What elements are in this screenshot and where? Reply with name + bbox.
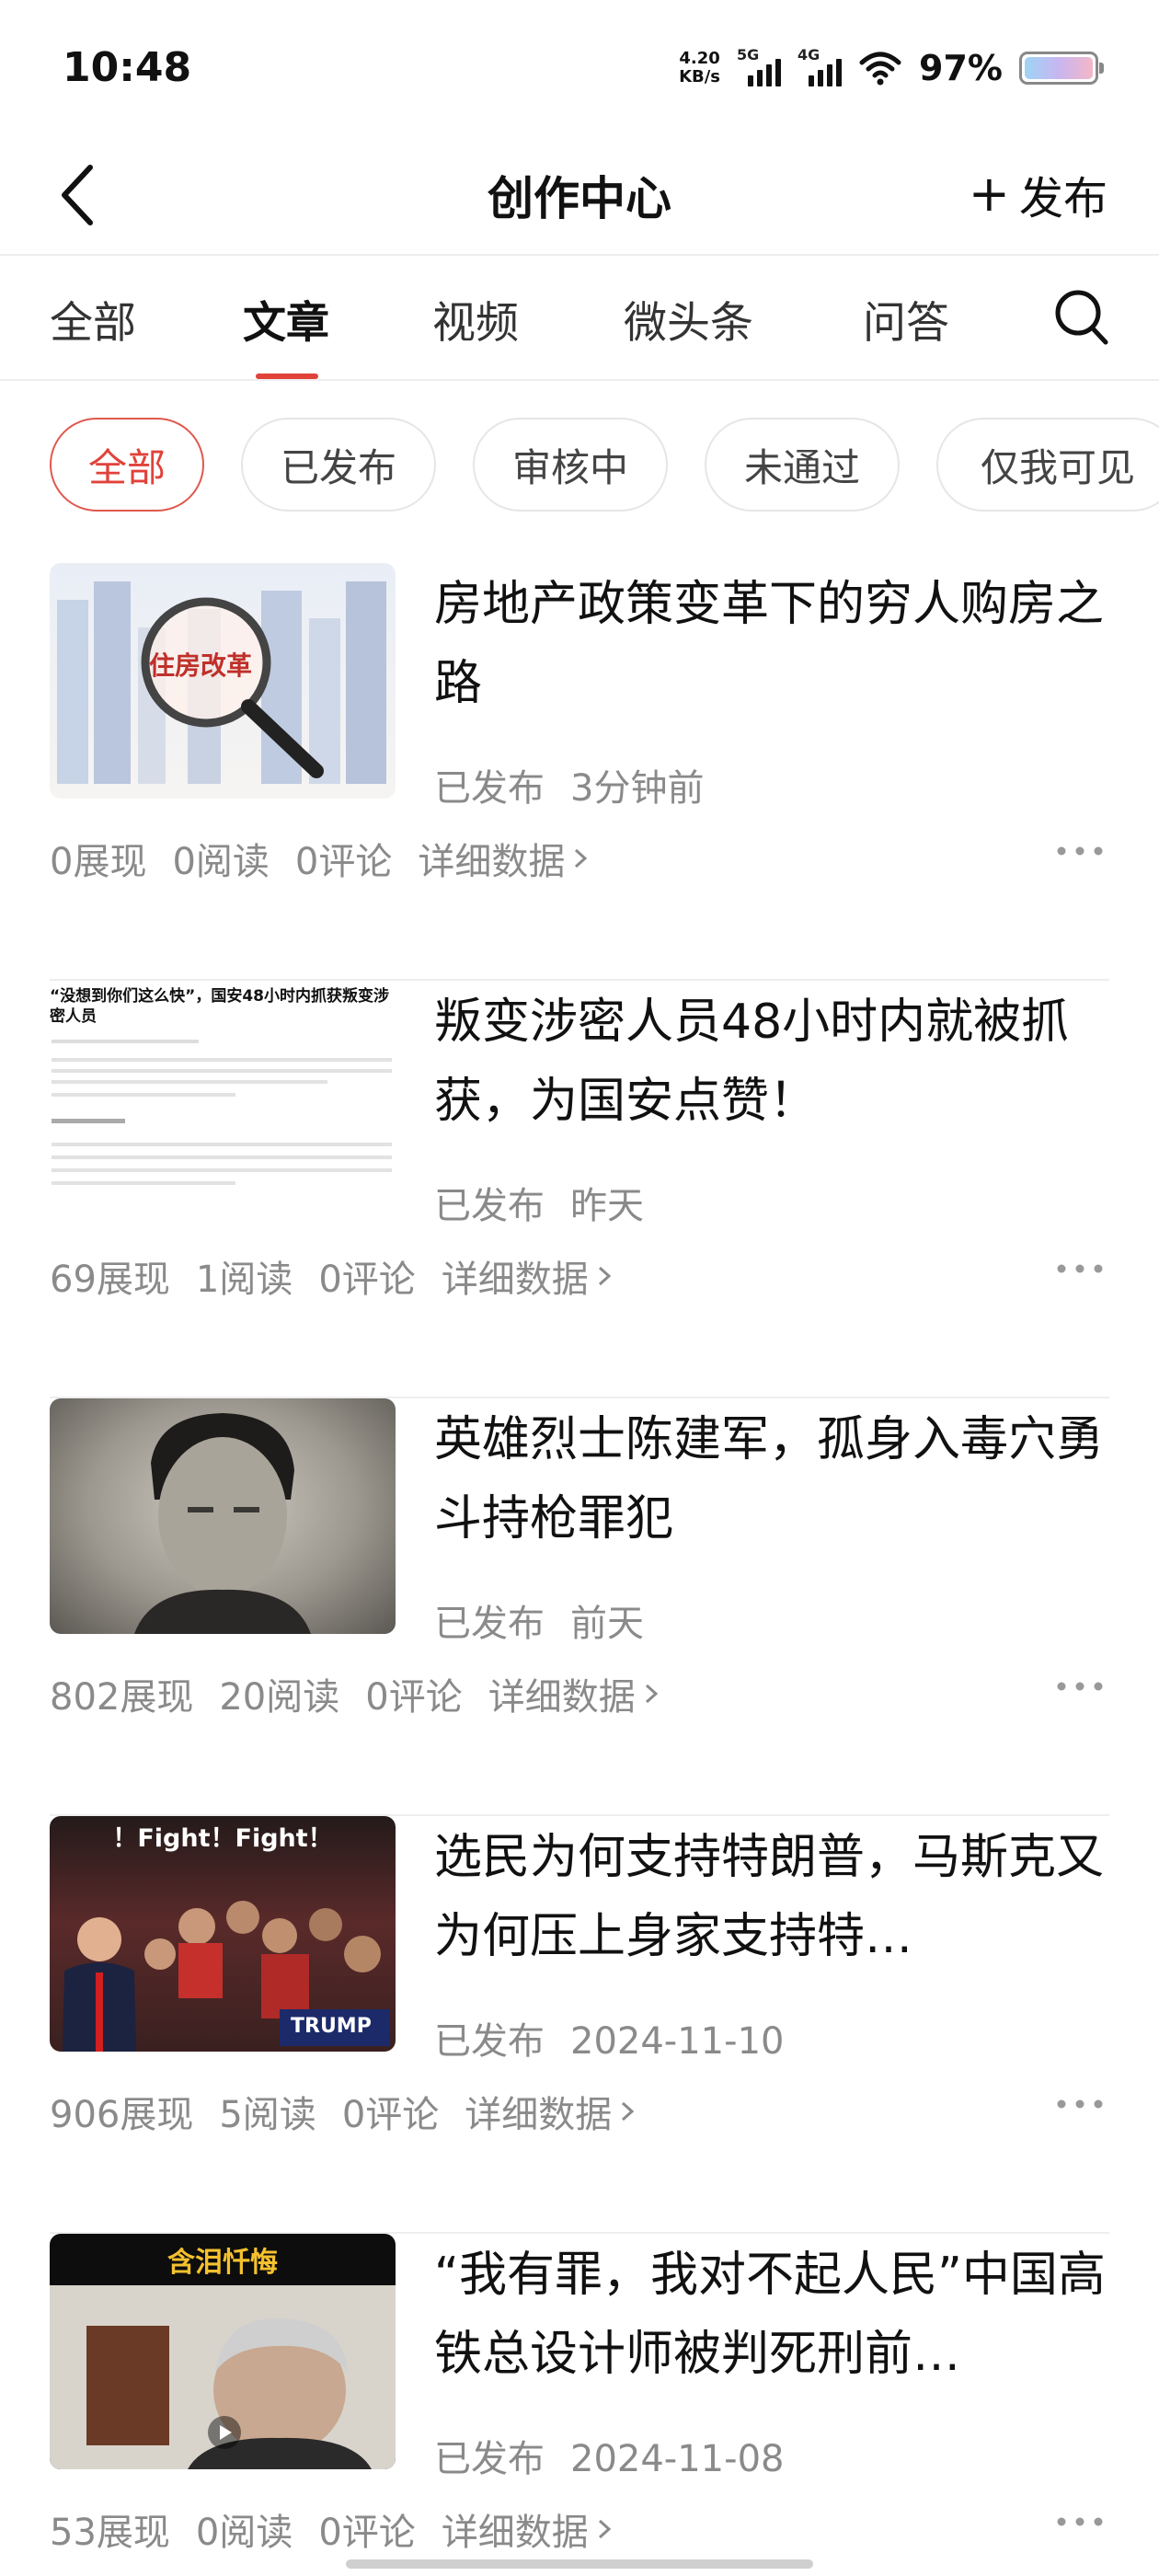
views-count: 69展现 [50, 1259, 170, 1301]
article-status: 已发布 3分钟前 [434, 758, 704, 811]
article-status: 已发布 2024-11-08 [434, 2429, 784, 2482]
tab-videos[interactable]: 视频 [432, 287, 519, 351]
tab-micro-posts[interactable]: 微头条 [624, 287, 753, 351]
publish-button[interactable]: + 发布 [969, 162, 1107, 226]
signal-4g-icon: 4G [798, 46, 843, 86]
more-horizontal-icon[interactable] [1052, 1255, 1107, 1282]
reads-count: 20阅读 [219, 1676, 340, 1719]
comments-count: 0评论 [318, 1259, 416, 1301]
battery-percent: 97% [919, 48, 1003, 88]
article-thumbnail: 含泪忏悔 [50, 2234, 396, 2469]
article-thumbnail: “没想到你们这么快”，国安48小时内抓获叛变涉密人员 [50, 981, 396, 1216]
views-count: 53展现 [50, 2512, 170, 2554]
article-item[interactable]: 含泪忏悔 “我有罪，我对不起人民”中国高铁总设计师被判死刑前… 已发布 2024-… [0, 2234, 1159, 2565]
publish-time: 2024-11-08 [570, 2438, 785, 2480]
signal-5g-icon: 5G [737, 46, 782, 86]
publish-time: 前天 [570, 1603, 644, 1645]
chevron-right-icon [575, 848, 588, 868]
detail-data-link[interactable]: 详细数据 [418, 832, 565, 885]
publish-status: 已发布 [434, 2020, 545, 2063]
active-tab-indicator [256, 374, 318, 379]
status-icons: 4.20 KB/s 5G 4G 97% [679, 46, 1104, 88]
detail-data-link[interactable]: 详细数据 [488, 1667, 636, 1720]
article-title[interactable]: “我有罪，我对不起人民”中国高铁总设计师被判死刑前… [434, 2236, 1115, 2394]
filter-published[interactable]: 已发布 [241, 418, 436, 512]
chevron-right-icon [622, 2101, 635, 2122]
comments-count: 0评论 [341, 2094, 440, 2136]
article-title[interactable]: 叛变涉密人员48小时内就被抓获，为国安点赞！ [434, 983, 1115, 1141]
thumb-text: 含泪忏悔 [167, 2247, 278, 2279]
article-title[interactable]: 选民为何支持特朗普，马斯克又为何压上身家支持特… [434, 1818, 1115, 1976]
wifi-icon [859, 52, 901, 86]
net-speed-value: 4.20 [679, 49, 720, 68]
article-stats: 53展现 0阅读 0评论 详细数据 [50, 2502, 614, 2556]
article-status: 已发布 2024-11-10 [434, 2011, 784, 2064]
article-stats: 69展现 1阅读 0评论 详细数据 [50, 1249, 614, 1303]
article-stats: 802展现 20阅读 0评论 详细数据 [50, 1667, 661, 1720]
chevron-right-icon [598, 2519, 612, 2539]
publish-time: 2024-11-10 [570, 2020, 785, 2063]
publish-time: 3分钟前 [570, 767, 705, 810]
reads-count: 1阅读 [195, 1259, 293, 1301]
tab-articles[interactable]: 文章 [243, 287, 329, 351]
content-type-tabs: 全部 文章 视频 微头条 问答 [0, 258, 1159, 381]
comments-count: 0评论 [365, 1676, 463, 1719]
search-icon[interactable] [1052, 285, 1111, 348]
article-title[interactable]: 房地产政策变革下的穷人购房之路 [434, 565, 1115, 723]
thumb-text: 住房改革 [149, 650, 253, 681]
publish-label: 发布 [1018, 173, 1107, 224]
filter-under-review[interactable]: 审核中 [473, 418, 668, 512]
status-bar: 10:48 4.20 KB/s 5G 4G 97% [0, 0, 1159, 138]
more-horizontal-icon[interactable] [1052, 2090, 1107, 2118]
article-thumbnail: ！Fight！Fight！ TRUMP [50, 1816, 396, 2052]
home-indicator[interactable] [346, 2559, 813, 2569]
article-stats: 0展现 0阅读 0评论 详细数据 [50, 832, 591, 885]
article-item[interactable]: ！Fight！Fight！ TRUMP 选民为何支持特朗普，马斯克又为何压上身家… [0, 1816, 1159, 2234]
chevron-right-icon [598, 1266, 612, 1286]
more-horizontal-icon[interactable] [1052, 1673, 1107, 1700]
more-horizontal-icon[interactable] [1052, 837, 1107, 865]
article-item[interactable]: 英雄烈士陈建军，孤身入毒穴勇斗持枪罪犯 已发布 前天 802展现 20阅读 0评论… [0, 1398, 1159, 1816]
battery-icon [1019, 52, 1104, 85]
publish-status: 已发布 [434, 1603, 545, 1645]
nav-header: 创作中心 + 发布 [0, 138, 1159, 256]
publish-time: 昨天 [570, 1185, 644, 1227]
plus-icon: + [968, 165, 1010, 223]
filter-all[interactable]: 全部 [50, 418, 204, 512]
status-time: 10:48 [63, 44, 192, 91]
article-stats: 906展现 5阅读 0评论 详细数据 [50, 2085, 637, 2138]
comments-count: 0评论 [318, 2512, 416, 2554]
more-horizontal-icon[interactable] [1052, 2508, 1107, 2536]
publish-status: 已发布 [434, 767, 545, 810]
views-count: 802展现 [50, 1676, 194, 1719]
publish-status: 已发布 [434, 1185, 545, 1227]
thumb-sign-text: TRUMP [291, 2015, 372, 2038]
tab-qa[interactable]: 问答 [863, 287, 949, 351]
detail-data-link[interactable]: 详细数据 [442, 1249, 589, 1303]
article-thumbnail: 住房改革 [50, 563, 396, 799]
chevron-right-icon [645, 1684, 658, 1704]
detail-data-link[interactable]: 详细数据 [442, 2502, 589, 2556]
tab-all[interactable]: 全部 [50, 287, 136, 351]
views-count: 906展现 [50, 2094, 194, 2136]
article-status: 已发布 昨天 [434, 1176, 644, 1229]
publish-status: 已发布 [434, 2438, 545, 2480]
comments-count: 0评论 [294, 841, 393, 883]
article-item[interactable]: 住房改革 房地产政策变革下的穷人购房之路 已发布 3分钟前 0展现 0阅读 0评论… [0, 563, 1159, 981]
filter-rejected[interactable]: 未通过 [705, 418, 900, 512]
article-thumbnail [50, 1398, 396, 1634]
article-status: 已发布 前天 [434, 1593, 644, 1647]
article-item[interactable]: “没想到你们这么快”，国安48小时内抓获叛变涉密人员 叛变涉密人员48小时内就被… [0, 981, 1159, 1398]
net-speed-unit: KB/s [679, 67, 721, 86]
filter-private[interactable]: 仅我可见 [936, 418, 1159, 512]
detail-data-link[interactable]: 详细数据 [465, 2085, 612, 2138]
status-filter-chips: 全部 已发布 审核中 未通过 仅我可见 [0, 418, 1159, 513]
reads-count: 0阅读 [172, 841, 270, 883]
article-title[interactable]: 英雄烈士陈建军，孤身入毒穴勇斗持枪罪犯 [434, 1400, 1115, 1558]
views-count: 0展现 [50, 841, 147, 883]
reads-count: 0阅读 [195, 2512, 293, 2554]
net-speed: 4.20 KB/s [679, 50, 720, 86]
reads-count: 5阅读 [219, 2094, 316, 2136]
thumb-text: ！Fight！Fight！ [112, 1824, 333, 1853]
